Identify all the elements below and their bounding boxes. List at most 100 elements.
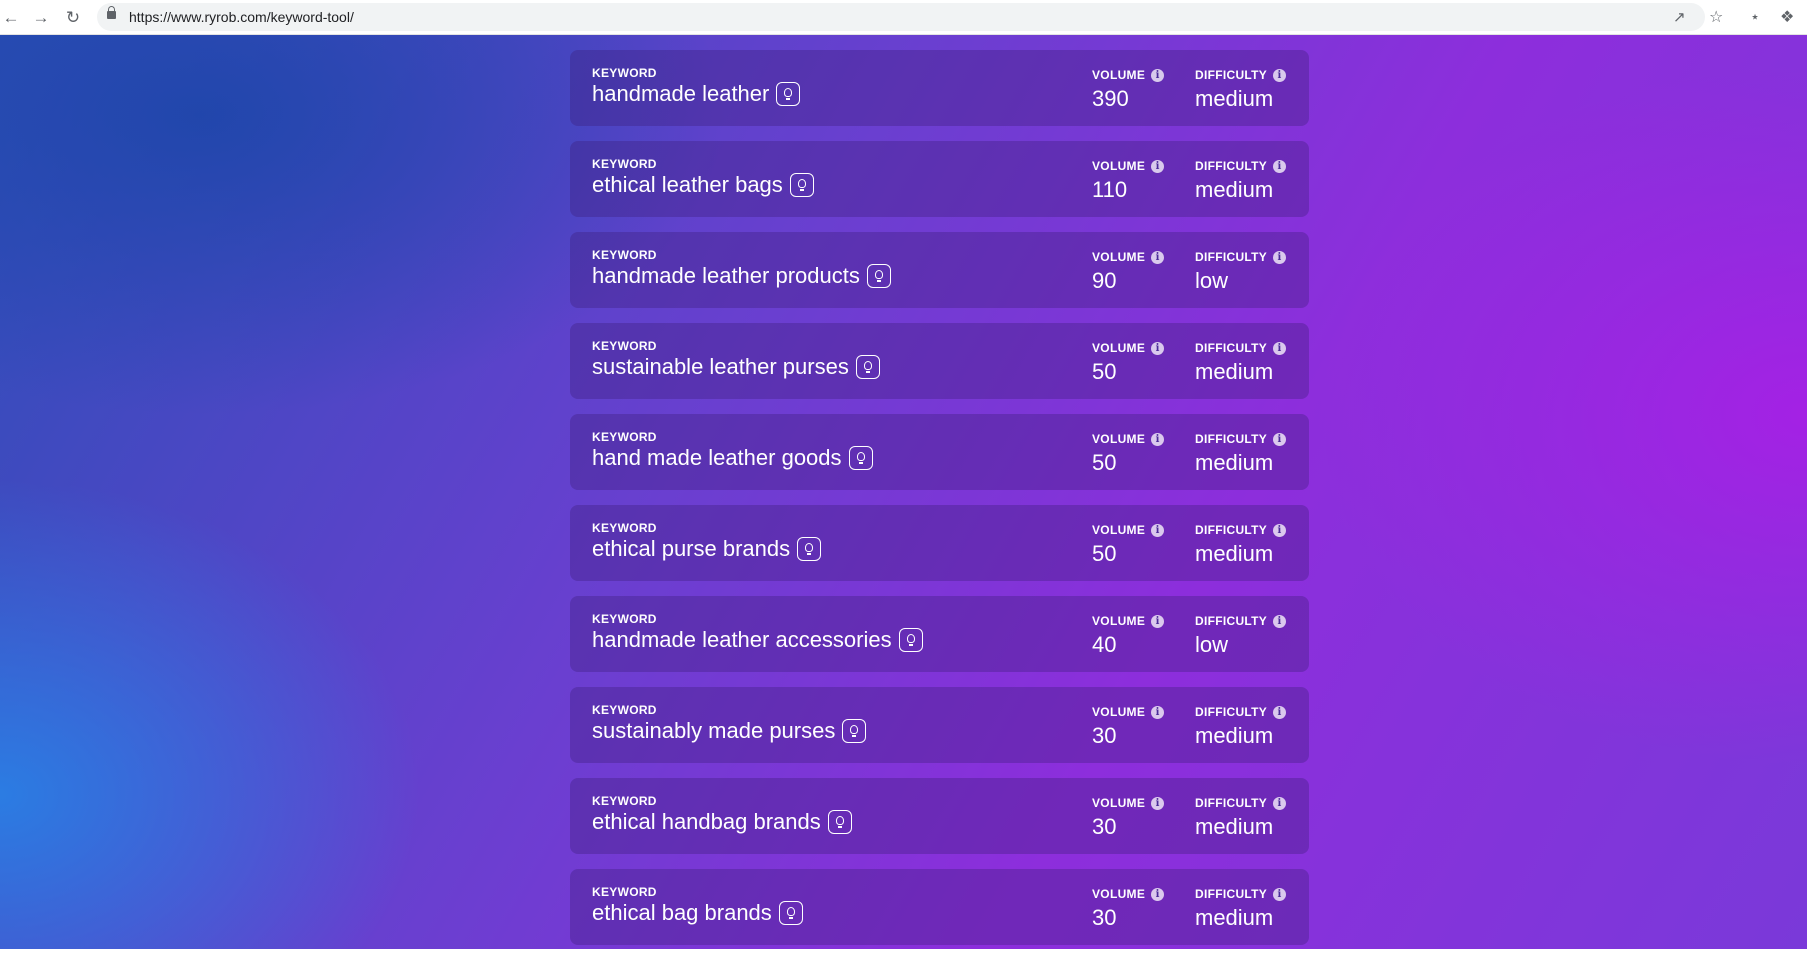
volume-label: VOLUME i [1092,432,1165,446]
difficulty-label-text: DIFFICULTY [1195,159,1268,173]
difficulty-label: DIFFICULTY i [1195,887,1287,901]
keyword-label: KEYWORD [592,521,657,535]
difficulty-value: low [1195,632,1229,657]
difficulty-value: medium [1195,359,1274,384]
volume-value: 30 [1092,723,1117,748]
difficulty-value: medium [1195,905,1274,930]
volume-label: VOLUME i [1092,68,1165,82]
difficulty-label: DIFFICULTY i [1195,341,1287,355]
volume-value: 50 [1092,541,1117,566]
difficulty-label-text: DIFFICULTY [1195,705,1268,719]
keyword-text: handmade leather products [592,263,860,288]
lightbulb-icon[interactable] [866,264,891,288]
difficulty-label: DIFFICULTY i [1195,432,1287,446]
back-icon[interactable]: ← [0,6,22,28]
keyword-label: KEYWORD [592,430,657,444]
lightbulb-icon[interactable] [848,446,873,470]
info-icon[interactable]: i [1273,614,1287,628]
volume-label-text: VOLUME [1092,341,1146,355]
keyword-card: KEYWORD handmade leather VOLUME i 390 DI… [570,50,1309,126]
keyword-label: KEYWORD [592,703,657,717]
info-icon[interactable]: i [1273,68,1287,82]
info-icon[interactable]: i [1151,341,1165,355]
lightbulb-icon[interactable] [797,537,822,561]
difficulty-label: DIFFICULTY i [1195,159,1287,173]
keyword-text: ethical purse brands [592,536,791,561]
extension-vscode-icon[interactable]: ⋆ [1750,7,1760,27]
browser-toolbar: ← → ↻ https://www.ryrob.com/keyword-tool… [0,0,1807,35]
difficulty-value: medium [1195,86,1274,111]
info-icon[interactable]: i [1273,523,1287,537]
info-icon[interactable]: i [1151,614,1165,628]
lightbulb-icon[interactable] [776,82,801,106]
lightbulb-icon[interactable] [789,173,814,197]
keyword-card: KEYWORD sustainably made purses VOLUME i… [570,687,1309,763]
info-icon[interactable]: i [1151,796,1165,810]
volume-value: 90 [1092,268,1117,293]
volume-value: 40 [1092,632,1117,657]
lightbulb-icon[interactable] [827,810,852,834]
forward-icon[interactable]: → [30,6,52,28]
difficulty-value: medium [1195,450,1274,475]
keyword-text: ethical leather bags [592,172,783,197]
difficulty-label: DIFFICULTY i [1195,523,1287,537]
keyword-card: KEYWORD handmade leather products VOLUME… [570,232,1309,308]
info-icon[interactable]: i [1151,250,1165,264]
difficulty-label-text: DIFFICULTY [1195,432,1268,446]
keyword-card: KEYWORD ethical purse brands VOLUME i 50… [570,505,1309,581]
share-icon[interactable]: ↗ [1673,8,1686,26]
difficulty-label: DIFFICULTY i [1195,250,1287,264]
keyword-card: KEYWORD sustainable leather purses VOLUM… [570,323,1309,399]
volume-label-text: VOLUME [1092,159,1146,173]
info-icon[interactable]: i [1273,705,1287,719]
keyword-label: KEYWORD [592,612,657,626]
lightbulb-icon[interactable] [778,901,803,925]
address-bar[interactable]: https://www.ryrob.com/keyword-tool/ ↗ [97,3,1705,31]
lightbulb-icon[interactable] [898,628,923,652]
info-icon[interactable]: i [1151,887,1165,901]
volume-label: VOLUME i [1092,705,1165,719]
info-icon[interactable]: i [1273,887,1287,901]
difficulty-label-text: DIFFICULTY [1195,614,1268,628]
lock-icon[interactable] [107,6,116,19]
info-icon[interactable]: i [1151,432,1165,446]
keyword-label: KEYWORD [592,66,657,80]
difficulty-value: medium [1195,177,1274,202]
difficulty-label: DIFFICULTY i [1195,68,1287,82]
lightbulb-icon[interactable] [842,719,867,743]
difficulty-label-text: DIFFICULTY [1195,887,1268,901]
keyword-label: KEYWORD [592,248,657,262]
volume-label-text: VOLUME [1092,705,1146,719]
lightbulb-icon[interactable] [855,355,880,379]
keyword-label: KEYWORD [592,885,657,899]
difficulty-value: medium [1195,723,1274,748]
difficulty-label-text: DIFFICULTY [1195,523,1268,537]
reload-icon[interactable]: ↻ [62,6,84,28]
star-icon[interactable]: ☆ [1709,7,1723,27]
volume-label: VOLUME i [1092,887,1165,901]
puzzle-icon[interactable]: ❖ [1780,7,1794,27]
difficulty-value: medium [1195,541,1274,566]
difficulty-value: low [1195,268,1229,293]
keyword-text: hand made leather goods [592,445,842,470]
volume-label: VOLUME i [1092,614,1165,628]
info-icon[interactable]: i [1151,523,1165,537]
info-icon[interactable]: i [1273,341,1287,355]
keyword-label: KEYWORD [592,157,657,171]
keyword-text: sustainable leather purses [592,354,849,379]
info-icon[interactable]: i [1151,68,1165,82]
info-icon[interactable]: i [1151,705,1165,719]
info-icon[interactable]: i [1273,432,1287,446]
info-icon[interactable]: i [1273,250,1287,264]
info-icon[interactable]: i [1151,159,1165,173]
keyword-results-list: KEYWORD handmade leather VOLUME i 390 DI… [570,50,1309,960]
volume-label: VOLUME i [1092,250,1165,264]
volume-label: VOLUME i [1092,523,1165,537]
volume-label: VOLUME i [1092,796,1165,810]
difficulty-label-text: DIFFICULTY [1195,341,1268,355]
keyword-text: ethical bag brands [592,900,772,925]
volume-value: 50 [1092,359,1117,384]
info-icon[interactable]: i [1273,159,1287,173]
url-text[interactable]: https://www.ryrob.com/keyword-tool/ [129,9,354,25]
info-icon[interactable]: i [1273,796,1287,810]
